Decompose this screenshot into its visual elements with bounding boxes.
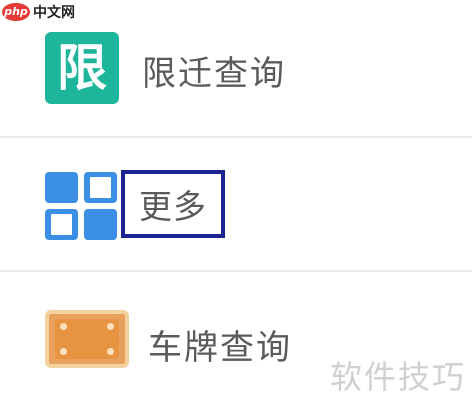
limit-icon: 限 bbox=[45, 32, 119, 104]
grid-cell bbox=[45, 172, 78, 203]
highlight-box: 更多 bbox=[121, 170, 225, 238]
grid-icon bbox=[45, 172, 117, 240]
menu-item-label: 限迁查询 bbox=[142, 54, 286, 94]
grid-cell bbox=[84, 209, 117, 240]
php-logo: php bbox=[2, 3, 30, 21]
menu-item-more[interactable]: 更多 bbox=[0, 138, 472, 272]
plate-rivet bbox=[107, 323, 114, 330]
plate-rivet bbox=[60, 323, 67, 330]
menu-item-label: 车牌查询 bbox=[148, 328, 292, 368]
grid-cell bbox=[84, 172, 117, 203]
menu-screen: 限 限迁查询 更多 车牌查询 php 中文网 软件技巧 bbox=[0, 0, 472, 408]
plate-rivet bbox=[60, 348, 67, 355]
menu-item-label: 更多 bbox=[139, 187, 207, 226]
plate-rivet bbox=[107, 348, 114, 355]
grid-cell bbox=[45, 209, 78, 240]
bottom-watermark: 软件技巧 bbox=[329, 358, 466, 396]
site-watermark: php 中文网 bbox=[0, 0, 100, 24]
license-plate-icon bbox=[45, 310, 129, 368]
site-name: 中文网 bbox=[33, 5, 75, 21]
